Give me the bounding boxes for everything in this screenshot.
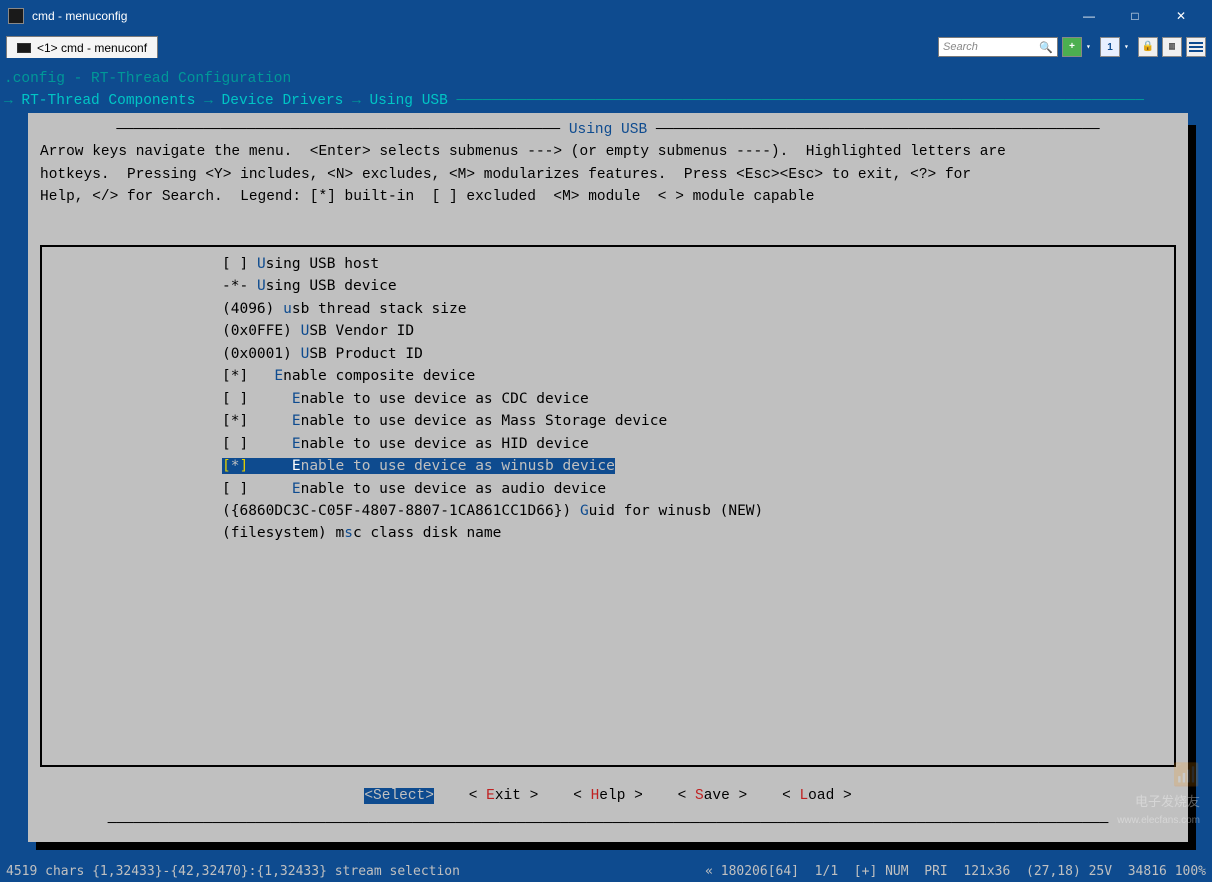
window-count-button[interactable]: 1 <box>1100 37 1120 57</box>
status-right: « 180206[64] 1/1 [+] NUM PRI 121x36 (27,… <box>705 864 1206 879</box>
lock-button[interactable]: 🔒 <box>1138 37 1158 57</box>
status-left: 4519 chars {1,32433}-{42,32470}:{1,32433… <box>6 864 460 879</box>
search-input[interactable]: Search 🔍 <box>938 37 1058 57</box>
config-item-2[interactable]: (4096) usb thread stack size <box>222 298 1174 320</box>
menu-button[interactable] <box>1186 37 1206 57</box>
app-icon <box>8 8 24 24</box>
instructions-line-1: Arrow keys navigate the menu. <Enter> se… <box>40 141 1176 163</box>
config-item-7[interactable]: [*] Enable to use device as Mass Storage… <box>222 410 1174 432</box>
config-item-10[interactable]: [ ] Enable to use device as audio device <box>222 478 1174 500</box>
search-placeholder: Search <box>943 41 978 53</box>
maximize-button[interactable]: □ <box>1112 0 1158 32</box>
config-item-9[interactable]: [*] Enable to use device as winusb devic… <box>222 455 1174 477</box>
window-titlebar: cmd - menuconfig — □ ✕ <box>0 0 1212 32</box>
copy-button[interactable]: ▥ <box>1162 37 1182 57</box>
config-item-5[interactable]: [*] Enable composite device <box>222 365 1174 387</box>
exit-button[interactable]: < Exit > <box>469 788 539 804</box>
config-item-3[interactable]: (0x0FFE) USB Vendor ID <box>222 320 1174 342</box>
window-dropdown[interactable]: ▾ <box>1124 42 1134 52</box>
panel-title-row: ────────────────────────────────────────… <box>40 119 1176 141</box>
help-button[interactable]: < Help > <box>573 788 643 804</box>
tab-cmd[interactable]: <1> cmd - menuconf <box>6 36 158 58</box>
minimize-button[interactable]: — <box>1066 0 1112 32</box>
search-icon: 🔍 <box>1039 41 1053 54</box>
breadcrumb: → RT-Thread Components → Device Drivers … <box>4 90 1208 112</box>
config-title: .config - RT-Thread Configuration <box>4 68 1208 90</box>
config-item-11[interactable]: ({6860DC3C-C05F-4807-8807-1CA861CC1D66})… <box>222 500 1174 522</box>
terminal-area[interactable]: .config - RT-Thread Configuration → RT-T… <box>0 62 1212 860</box>
menuconfig-panel: ────────────────────────────────────────… <box>28 113 1188 842</box>
instructions-line-3: Help, </> for Search. Legend: [*] built-… <box>40 186 1176 208</box>
config-item-0[interactable]: [ ] Using USB host <box>222 253 1174 275</box>
instructions-line-2: hotkeys. Pressing <Y> includes, <N> excl… <box>40 164 1176 186</box>
config-list: [ ] Using USB host-*- Using USB device(4… <box>40 245 1176 767</box>
new-tab-dropdown[interactable]: ▾ <box>1086 42 1096 52</box>
save-button[interactable]: < Save > <box>678 788 748 804</box>
tab-label: <1> cmd - menuconf <box>37 41 147 55</box>
action-button-row: <Select> < Exit > < Help > < Save > < Lo… <box>40 779 1176 813</box>
config-item-4[interactable]: (0x0001) USB Product ID <box>222 343 1174 365</box>
status-bar: 4519 chars {1,32433}-{42,32470}:{1,32433… <box>0 860 1212 882</box>
new-tab-button[interactable]: + <box>1062 37 1082 57</box>
config-item-8[interactable]: [ ] Enable to use device as HID device <box>222 433 1174 455</box>
terminal-icon <box>17 43 31 53</box>
config-item-1[interactable]: -*- Using USB device <box>222 275 1174 297</box>
config-item-12[interactable]: (filesystem) msc class disk name <box>222 522 1174 544</box>
close-button[interactable]: ✕ <box>1158 0 1204 32</box>
toolbar: <1> cmd - menuconf Search 🔍 + ▾ 1 ▾ 🔒 ▥ <box>0 32 1212 62</box>
load-button[interactable]: < Load > <box>782 788 852 804</box>
panel-bottom-border: ────────────────────────────────────────… <box>40 813 1176 835</box>
window-title: cmd - menuconfig <box>32 9 127 23</box>
config-item-6[interactable]: [ ] Enable to use device as CDC device <box>222 388 1174 410</box>
select-button[interactable]: <Select> <box>364 788 434 804</box>
